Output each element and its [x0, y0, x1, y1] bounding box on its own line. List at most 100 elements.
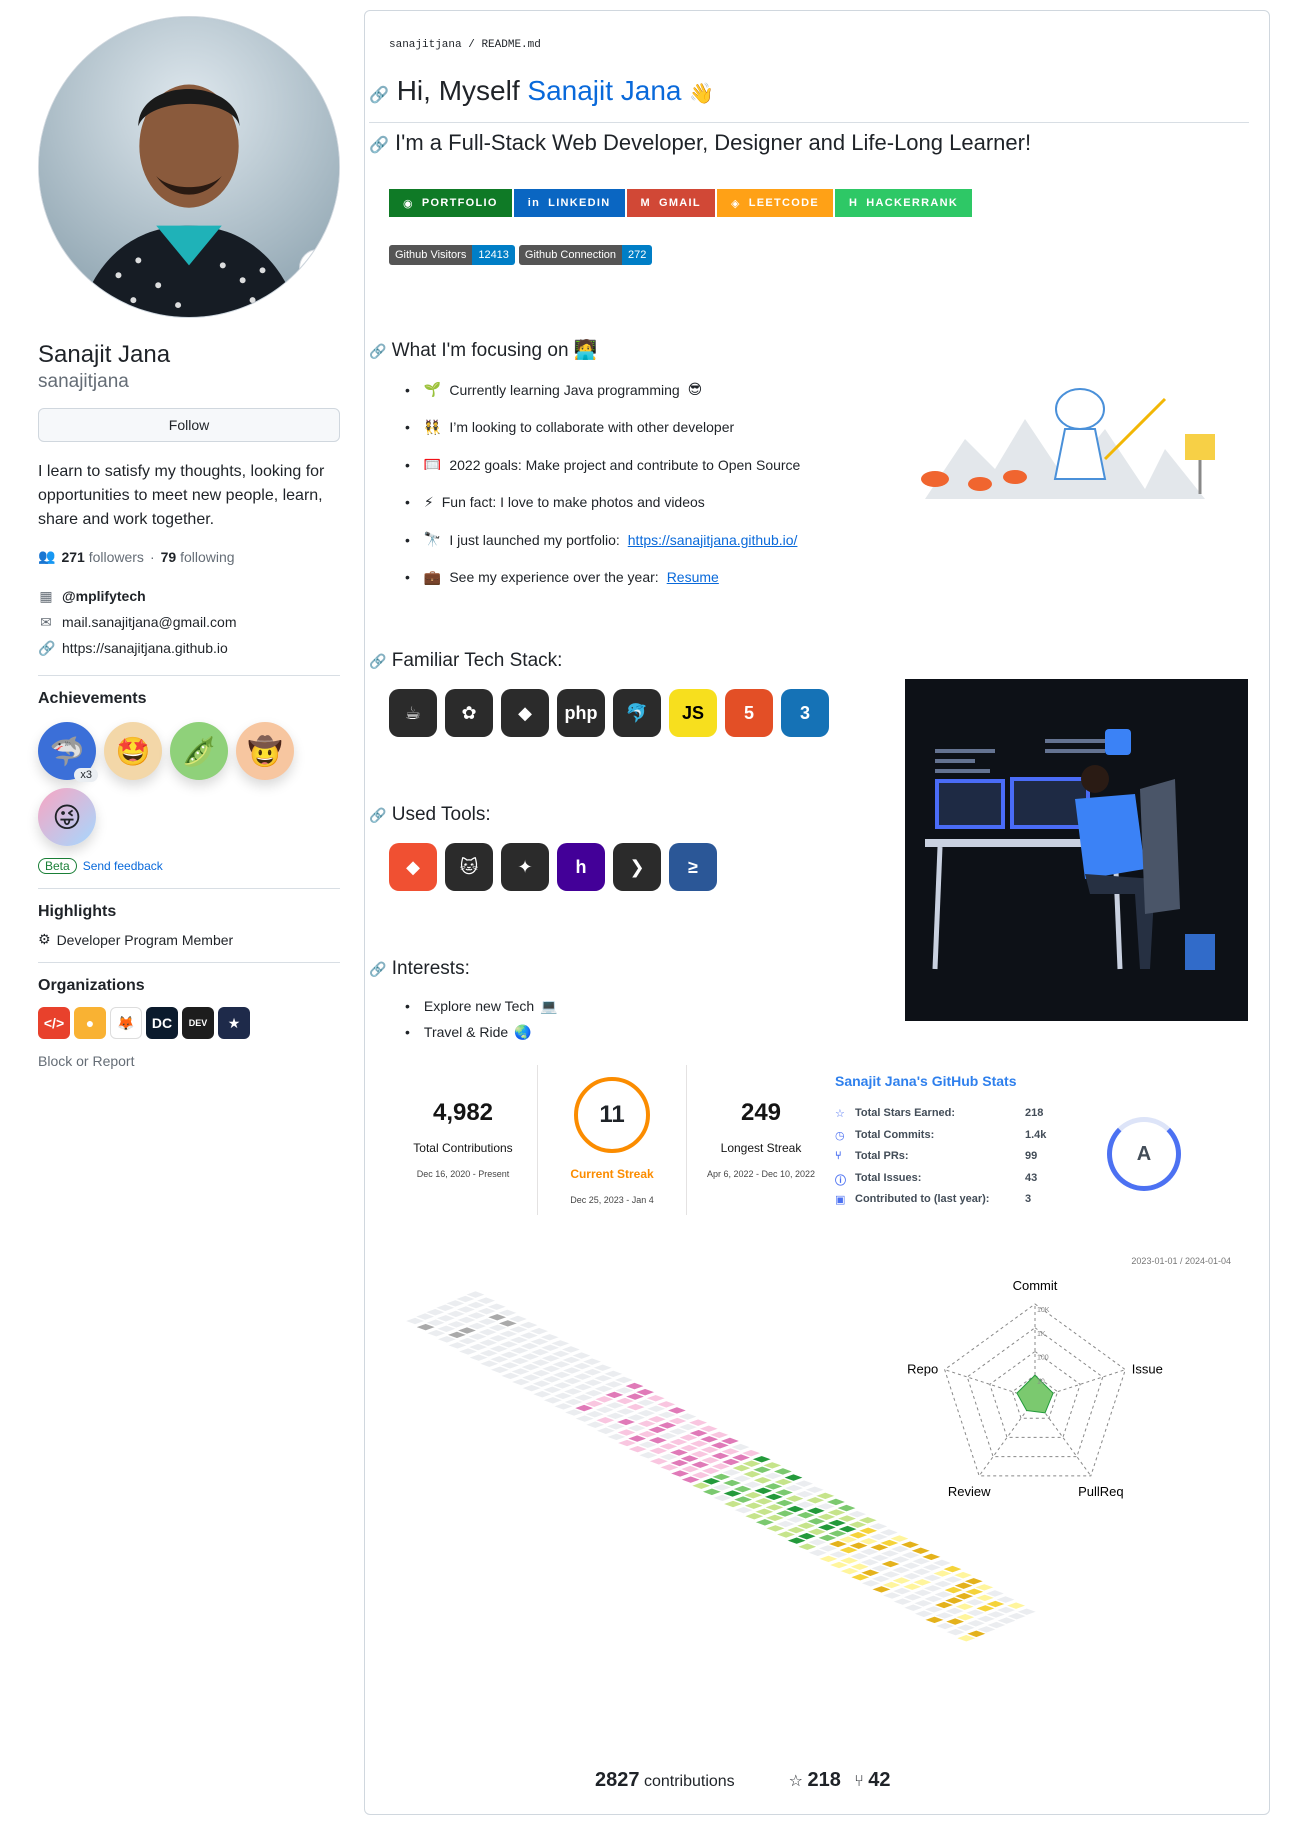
social-badge-gmail[interactable]: M GMAIL	[626, 189, 715, 217]
radar-tick: 10	[1037, 1378, 1045, 1385]
social-badge-hackerrank[interactable]: H HACKERRANK	[835, 189, 973, 217]
building-icon: ▦	[39, 587, 53, 604]
breadcrumb-file[interactable]: README.md	[481, 39, 540, 51]
achievement-pair-extraordinaire[interactable]: 🫛	[170, 722, 228, 780]
stat-icon: ⓘ	[835, 1174, 846, 1187]
radar-tick: 10K	[1037, 1307, 1050, 1314]
contributions-count: 2827 contributions	[595, 1769, 735, 1791]
tools-icons: ◆ 🐱 ✦ h ❯ ≥	[389, 843, 717, 891]
achievement-quickdraw[interactable]: 🤠	[236, 722, 294, 780]
netlify-icon: ✦	[501, 843, 549, 891]
grade-value: A	[1136, 1142, 1152, 1165]
achievements-title: Achievements	[38, 690, 147, 707]
org-icon[interactable]: ●	[74, 1007, 106, 1039]
octocat-illustration	[921, 388, 1215, 499]
connection-badge[interactable]: Github Connection 272	[518, 245, 653, 265]
hibernate-icon: ◆	[501, 689, 549, 737]
current-streak-label: Current Streak	[570, 1167, 654, 1181]
status-emoji[interactable]: ◎	[299, 249, 337, 287]
focus-link[interactable]: https://sanajitjana.github.io/	[628, 532, 798, 548]
tech-stack-icons: ☕ ✿ ◆ php 🐬 JS 5 3	[389, 689, 829, 737]
company-row: ▦ @mplifytech	[38, 583, 340, 609]
interests-list: Explore new Tech💻Travel & Ride🌏	[405, 993, 558, 1045]
interest-item: Travel & Ride🌏	[405, 1019, 558, 1045]
social-badge-portfolio[interactable]: ◉ PORTFOLIO	[389, 189, 512, 217]
bullet-emoji: 💼	[423, 568, 442, 585]
readme-heading: 🔗 Hi, Myself Sanajit Jana 👋	[369, 73, 1249, 123]
portfolio-icon: ◉	[403, 197, 414, 210]
org-icon[interactable]: ★	[218, 1007, 250, 1039]
anchor-link-icon[interactable]: 🔗	[369, 653, 386, 669]
spring-icon: ✿	[445, 689, 493, 737]
interest-item: Explore new Tech💻	[405, 993, 558, 1019]
org-icon[interactable]: DEV	[182, 1007, 214, 1039]
stat-icon: ◷	[835, 1129, 845, 1142]
cpu-icon: ⚙	[38, 931, 51, 947]
visitors-badge[interactable]: Github Visitors 12413	[389, 245, 515, 265]
bullet-emoji: 🥅	[423, 456, 442, 473]
achievement-starstruck[interactable]: 🤩	[104, 722, 162, 780]
streak-ring: 11	[574, 1077, 650, 1153]
stat-row: ☆ Total Stars Earned: 218	[835, 1107, 1044, 1120]
stat-row: ⓘ Total Issues: 43	[835, 1171, 1038, 1187]
breadcrumb-user[interactable]: sanajitjana	[389, 39, 462, 51]
achievement-pull-shark[interactable]: 🦈 x3	[38, 722, 98, 782]
profile-sidebar: ◎ Sanajit Jana sanajitjana Follow I lear…	[38, 16, 340, 1069]
achievement-yolo[interactable]: 😜	[38, 788, 96, 846]
anchor-link-icon[interactable]: 🔗	[369, 961, 386, 977]
following-link[interactable]: 79 following	[161, 549, 235, 565]
email-link[interactable]: mail.sanajitjana@gmail.com	[62, 614, 237, 630]
divider	[38, 962, 340, 963]
focus-link[interactable]: Resume	[667, 569, 719, 585]
anchor-link-icon[interactable]: 🔗	[369, 137, 389, 154]
longest-streak-label: Longest Streak	[720, 1141, 802, 1155]
powershell-icon: ≥	[669, 843, 717, 891]
feedback-row: Beta Send feedback	[38, 858, 340, 874]
stat-row: ⑂ Total PRs: 99	[835, 1150, 1038, 1162]
anchor-link-icon[interactable]: 🔗	[369, 807, 386, 823]
interests-heading: 🔗 Interests:	[369, 958, 470, 979]
follow-stats: 👥 271 followers · 79 following	[38, 548, 235, 565]
send-feedback-link[interactable]: Send feedback	[83, 859, 163, 873]
anchor-link-icon[interactable]: 🔗	[369, 343, 386, 359]
github-stats-title: Sanajit Jana's GitHub Stats	[835, 1073, 1017, 1089]
profile-bio: I learn to satisfy my thoughts, looking …	[38, 463, 325, 528]
social-badge-linkedin[interactable]: in LINKEDIN	[513, 189, 625, 217]
radar-tick: 100	[1037, 1355, 1049, 1362]
current-streak-value: 11	[599, 1101, 625, 1128]
profile-fullname: Sanajit Jana	[38, 341, 171, 368]
readme-panel: sanajitjana / README.md 🔗 Hi, Myself San…	[364, 10, 1270, 1815]
website-row: 🔗 https://sanajitjana.github.io	[38, 635, 340, 661]
bullet-emoji: 👯	[423, 418, 442, 435]
anchor-link-icon[interactable]: 🔗	[369, 87, 389, 104]
radar-tick: 1K	[1037, 1331, 1046, 1338]
org-icon[interactable]: 🦊	[110, 1007, 142, 1039]
stat-row: ◷ Total Commits: 1.4k	[835, 1128, 1047, 1142]
radar-chart: Commit Issue PullReq Review Repo 10K 1K 100 10	[907, 1278, 1163, 1499]
radar-label: Commit	[1013, 1278, 1058, 1293]
grade-ring: A	[1107, 1117, 1181, 1191]
block-or-report-link[interactable]: Block or Report	[38, 1053, 340, 1069]
tagline-heading: 🔗 I'm a Full-Stack Web Developer, Design…	[369, 130, 1032, 155]
organizations-title: Organizations	[38, 977, 145, 994]
heroku-icon: h	[557, 843, 605, 891]
git-icon: ◆	[389, 843, 437, 891]
org-icon[interactable]: DC	[146, 1007, 178, 1039]
php-icon: php	[557, 689, 605, 737]
total-contributions-label: Total Contributions	[413, 1141, 513, 1155]
gmail-icon: M	[640, 197, 651, 209]
company-link[interactable]: @mplifytech	[62, 588, 146, 604]
leetcode-icon: ◈	[730, 197, 741, 210]
follow-button[interactable]: Follow	[38, 408, 340, 442]
radar-label: Issue	[1132, 1362, 1163, 1377]
avatar[interactable]: ◎	[38, 16, 340, 318]
org-icon[interactable]: </>	[38, 1007, 70, 1039]
highlights-title: Highlights	[38, 903, 117, 920]
profile-details: ▦ @mplifytech ✉ mail.sanajitjana@gmail.c…	[38, 583, 340, 661]
website-link[interactable]: https://sanajitjana.github.io	[62, 640, 228, 656]
stat-icon: ⑂	[835, 1150, 842, 1162]
total-contributions-range: Dec 16, 2020 - Present	[416, 1169, 510, 1179]
followers-link[interactable]: 271 followers	[61, 549, 144, 565]
social-badge-leetcode[interactable]: ◈ LEETCODE	[716, 189, 833, 217]
focus-item: 🌱Currently learning Java programming😎	[405, 371, 800, 409]
